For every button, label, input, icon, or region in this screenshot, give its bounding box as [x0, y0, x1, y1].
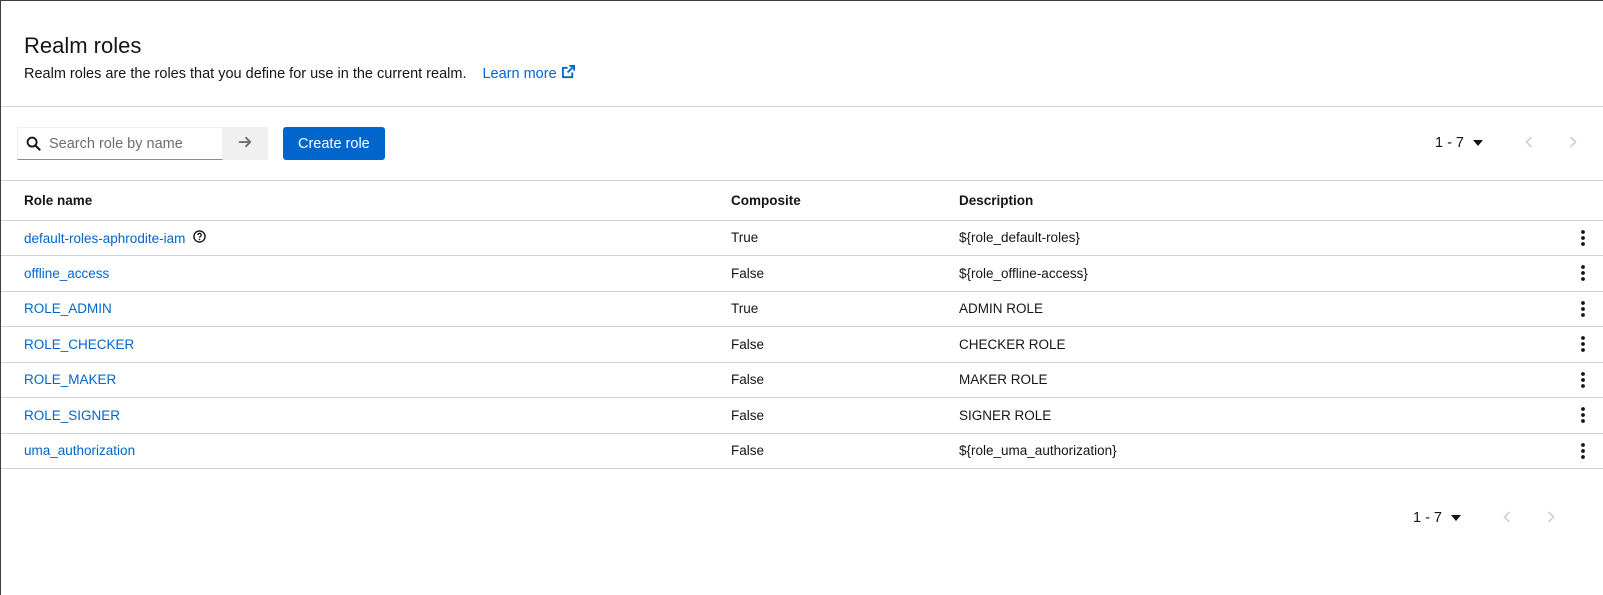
row-actions-cell [1563, 326, 1603, 363]
role-name-cell: default-roles-aphrodite-iam [1, 220, 731, 256]
kebab-menu-icon[interactable] [1573, 261, 1593, 285]
role-link[interactable]: ROLE_CHECKER [24, 337, 134, 352]
kebab-menu-icon[interactable] [1573, 332, 1593, 356]
role-name: uma_authorization [24, 443, 136, 459]
chevron-left-icon [1525, 135, 1533, 151]
kebab-menu-icon[interactable] [1573, 226, 1593, 250]
pagination-bottom: 1 - 7 [1413, 508, 1561, 528]
row-actions-cell [1563, 255, 1603, 292]
next-page-button[interactable] [1541, 508, 1561, 528]
role-name-cell: ROLE_CHECKER [1, 326, 731, 363]
table-row: ROLE_MAKER False MAKER ROLE [1, 362, 1603, 398]
role-name: ROLE_SIGNER [24, 407, 121, 423]
learn-more-label: Learn more [482, 65, 557, 82]
search-submit-button[interactable] [223, 127, 268, 160]
previous-page-button[interactable] [1497, 508, 1517, 528]
row-actions-cell [1563, 397, 1603, 434]
chevron-right-icon [1569, 135, 1577, 151]
table-row: ROLE_CHECKER False CHECKER ROLE [1, 326, 1603, 363]
external-link-icon [557, 64, 576, 83]
pagination-range: 1 - 7 [1434, 135, 1464, 151]
role-name-cell: ROLE_SIGNER [1, 397, 731, 434]
composite-cell: False [731, 326, 959, 363]
row-actions-cell [1563, 362, 1603, 398]
description-cell: ${role_default-roles} [959, 220, 1563, 256]
column-header-role-name[interactable]: Role name [1, 181, 731, 221]
page-description-text: Realm roles are the roles that you defin… [24, 65, 467, 82]
row-actions-cell [1563, 433, 1603, 469]
role-link[interactable]: ROLE_SIGNER [24, 408, 120, 423]
search-box[interactable] [17, 127, 223, 160]
role-link[interactable]: ROLE_ADMIN [24, 301, 112, 316]
role-name-cell: uma_authorization [1, 433, 731, 469]
composite-cell: False [731, 362, 959, 398]
pagination-range: 1 - 7 [1412, 510, 1442, 526]
pagination-toggle[interactable]: 1 - 7 [1413, 510, 1461, 526]
page-title: Realm roles [24, 33, 142, 58]
role-name: ROLE_CHECKER [24, 336, 135, 352]
composite-cell: True [731, 291, 959, 327]
page-header: Realm roles Realm roles are the roles th… [1, 1, 1603, 107]
description-cell: ADMIN ROLE [959, 291, 1563, 327]
row-actions-cell [1563, 220, 1603, 256]
column-header-actions [1563, 181, 1603, 221]
table-row: uma_authorization False ${role_uma_autho… [1, 433, 1603, 469]
role-link[interactable]: default-roles-aphrodite-iam [24, 231, 185, 246]
chevron-right-icon [1547, 510, 1555, 526]
kebab-menu-icon[interactable] [1573, 368, 1593, 392]
search-group [17, 127, 268, 160]
kebab-menu-icon[interactable] [1573, 439, 1593, 463]
composite-cell: False [731, 255, 959, 292]
role-name-cell: ROLE_MAKER [1, 362, 731, 398]
role-link[interactable]: uma_authorization [24, 443, 135, 458]
table-row: offline_access False ${role_offline-acce… [1, 255, 1603, 292]
composite-cell: False [731, 397, 959, 434]
row-actions-cell [1563, 291, 1603, 327]
role-link[interactable]: ROLE_MAKER [24, 372, 116, 387]
search-input[interactable] [49, 135, 219, 152]
kebab-menu-icon[interactable] [1573, 297, 1593, 321]
search-icon [26, 136, 41, 151]
kebab-menu-icon[interactable] [1573, 403, 1593, 427]
description-cell: ${role_uma_authorization} [959, 433, 1563, 469]
table-row: default-roles-aphrodite-iam True ${role_… [1, 220, 1603, 256]
role-name-cell: ROLE_ADMIN [1, 291, 731, 327]
composite-cell: True [731, 220, 959, 256]
table-row: ROLE_SIGNER False SIGNER ROLE [1, 397, 1603, 434]
chevron-left-icon [1503, 510, 1511, 526]
pagination-toggle[interactable]: 1 - 7 [1435, 135, 1483, 151]
previous-page-button[interactable] [1519, 133, 1539, 153]
description-cell: SIGNER ROLE [959, 397, 1563, 434]
role-link[interactable]: offline_access [24, 266, 109, 281]
role-name: default-roles-aphrodite-iam [24, 230, 186, 246]
caret-down-icon [1473, 140, 1483, 146]
composite-cell: False [731, 433, 959, 469]
column-header-composite[interactable]: Composite [731, 181, 959, 221]
table-header-row: Role name Composite Description [1, 181, 1603, 221]
page-description: Realm roles are the roles that you defin… [24, 64, 1580, 83]
description-cell: CHECKER ROLE [959, 326, 1563, 363]
learn-more-link[interactable]: Learn more [482, 64, 575, 83]
roles-toolbar: Create role 1 - 7 [1, 107, 1603, 181]
pagination-top: 1 - 7 [1435, 133, 1583, 153]
description-cell: MAKER ROLE [959, 362, 1563, 398]
description-cell: ${role_offline-access} [959, 255, 1563, 292]
caret-down-icon [1451, 515, 1461, 521]
column-header-description[interactable]: Description [959, 181, 1563, 221]
table-row: ROLE_ADMIN True ADMIN ROLE [1, 291, 1603, 327]
role-name-cell: offline_access [1, 255, 731, 292]
realm-roles-page: Realm roles Realm roles are the roles th… [0, 0, 1603, 595]
role-name: offline_access [24, 265, 110, 281]
role-name: ROLE_ADMIN [24, 301, 112, 317]
create-role-button[interactable]: Create role [283, 127, 385, 160]
arrow-right-icon [238, 135, 253, 152]
role-name: ROLE_MAKER [24, 372, 117, 388]
question-circle-icon[interactable] [193, 229, 206, 243]
roles-table: Role name Composite Description default-… [1, 181, 1603, 469]
next-page-button[interactable] [1563, 133, 1583, 153]
